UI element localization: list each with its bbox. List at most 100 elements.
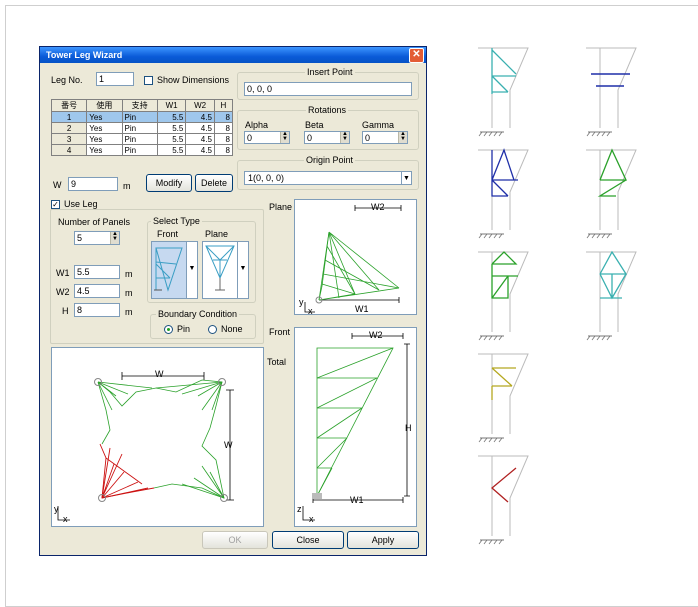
total-w-side-label: W: [224, 440, 233, 450]
row-number[interactable]: 3: [50, 133, 88, 145]
row-number[interactable]: 2: [50, 122, 88, 134]
table-cell[interactable]: Yes: [86, 111, 123, 123]
none-radio[interactable]: [208, 325, 217, 334]
table-cell[interactable]: Pin: [121, 144, 158, 156]
window-titlebar[interactable]: Tower Leg Wizard ✕: [40, 47, 426, 63]
plane-axis-y: y: [299, 297, 304, 307]
table-cell[interactable]: 8: [213, 111, 234, 123]
beta-spinner[interactable]: 0 ▲ ▼: [304, 131, 350, 144]
gallery-item-5[interactable]: [477, 251, 529, 341]
use-leg-checkbox[interactable]: ✓: [51, 200, 60, 209]
tower-leg-wizard-window: Tower Leg Wizard ✕ Leg No. 1 Show Dimens…: [39, 46, 427, 556]
gallery-item-8[interactable]: [477, 455, 529, 545]
table-row[interactable]: 3 Yes Pin 5.5 4.5 8: [50, 133, 234, 145]
h-label: H: [62, 306, 69, 316]
select-type-group: Select Type Front Plane ▼ ▼: [147, 216, 256, 303]
close-icon[interactable]: ✕: [409, 48, 424, 63]
boundary-condition-group: Boundary Condition Pin None: [150, 309, 256, 339]
table-cell[interactable]: Yes: [86, 133, 123, 145]
front-type-dropdown[interactable]: ▼: [151, 241, 198, 299]
table-cell[interactable]: 5.5: [156, 144, 187, 156]
plane-type-dropdown[interactable]: ▼: [202, 241, 249, 299]
front-type-thumbnail: [154, 247, 183, 292]
front-h-label: H: [405, 423, 412, 433]
table-cell[interactable]: 4.5: [185, 122, 215, 134]
origin-point-value: 1(0, 0, 0): [248, 173, 285, 183]
spinner-arrows-icon[interactable]: ▲ ▼: [398, 132, 407, 143]
table-cell[interactable]: 4.5: [185, 133, 215, 145]
gallery-item-2[interactable]: [585, 47, 637, 137]
pin-radio[interactable]: [164, 325, 173, 334]
table-cell[interactable]: 8: [213, 144, 234, 156]
leg-no-input[interactable]: 1: [96, 72, 134, 86]
gallery-item-7[interactable]: [477, 353, 529, 443]
column-header[interactable]: 支持: [121, 99, 158, 112]
close-button[interactable]: Close: [272, 531, 344, 549]
gallery-item-4[interactable]: [585, 148, 637, 239]
spinner-arrows-icon[interactable]: ▲ ▼: [110, 232, 119, 244]
total-view-label: Total: [267, 357, 287, 367]
plane-w2-label: W2: [371, 202, 385, 212]
gallery-item-1[interactable]: [477, 47, 529, 137]
table-cell[interactable]: 5.5: [156, 122, 187, 134]
w-label: W: [53, 180, 62, 190]
show-dimensions-checkbox[interactable]: [144, 76, 153, 85]
row-number[interactable]: 1: [50, 111, 88, 123]
chevron-down-icon[interactable]: ▼: [186, 242, 197, 298]
plane-view-panel[interactable]: W2 W1 y x: [294, 199, 417, 316]
table-row[interactable]: 2 Yes Pin 5.5 4.5 8: [50, 122, 234, 134]
table-cell[interactable]: 4.5: [185, 144, 215, 156]
modify-button[interactable]: Modify: [146, 174, 192, 192]
spinner-arrows-icon[interactable]: ▲ ▼: [340, 132, 349, 143]
table-cell[interactable]: 5.5: [156, 133, 187, 145]
insert-point-input[interactable]: 0, 0, 0: [244, 82, 412, 96]
apply-button[interactable]: Apply: [347, 531, 419, 549]
spinner-arrows-icon[interactable]: ▲ ▼: [280, 132, 289, 143]
gamma-spinner[interactable]: 0 ▲ ▼: [362, 131, 408, 144]
plane-w1-label: W1: [355, 304, 369, 314]
front-w2-label: W2: [369, 330, 383, 340]
h-input[interactable]: 8: [74, 303, 120, 317]
table-cell[interactable]: Pin: [121, 133, 158, 145]
column-header[interactable]: 番号: [50, 99, 88, 112]
w2-input[interactable]: 4.5: [74, 284, 120, 298]
panels-spinner[interactable]: 5 ▲ ▼: [74, 231, 120, 245]
table-cell[interactable]: Pin: [121, 122, 158, 134]
front-axis-x: x: [309, 514, 314, 524]
w-input[interactable]: 9: [68, 177, 118, 191]
w2-label: W2: [56, 287, 70, 297]
use-leg-label: Use Leg: [64, 199, 98, 209]
beta-value: 0: [307, 133, 313, 143]
total-view-panel[interactable]: W W y x: [51, 347, 264, 527]
column-header[interactable]: H: [213, 99, 234, 112]
chevron-down-icon[interactable]: ▼: [237, 242, 248, 298]
column-header[interactable]: W2: [185, 99, 215, 112]
total-axis-y: y: [54, 504, 59, 514]
table-cell[interactable]: Pin: [121, 111, 158, 123]
table-cell[interactable]: 5.5: [156, 111, 187, 123]
table-cell[interactable]: Yes: [86, 144, 123, 156]
row-number[interactable]: 4: [50, 144, 88, 156]
front-type-label: Front: [157, 229, 179, 239]
w1-input[interactable]: 5.5: [74, 265, 120, 279]
table-cell[interactable]: Yes: [86, 122, 123, 134]
delete-button[interactable]: Delete: [195, 174, 233, 192]
gallery-item-3[interactable]: [477, 148, 529, 239]
gallery-item-6[interactable]: [585, 250, 637, 341]
alpha-spinner[interactable]: 0 ▲ ▼: [244, 131, 290, 144]
front-axis-z: z: [297, 504, 302, 514]
table-cell[interactable]: 4.5: [185, 111, 215, 123]
ok-button[interactable]: OK: [202, 531, 268, 549]
column-header[interactable]: 使用: [86, 99, 123, 112]
table-row[interactable]: 1 Yes Pin 5.5 4.5 8: [50, 111, 234, 123]
table-row[interactable]: 4 Yes Pin 5.5 4.5 8: [50, 144, 234, 156]
boundary-condition-title: Boundary Condition: [156, 309, 240, 319]
front-view-panel[interactable]: W2 W1 H z x: [294, 327, 417, 527]
total-w-label: W: [155, 369, 164, 379]
origin-point-dropdown[interactable]: 1(0, 0, 0) ▼: [244, 171, 412, 185]
table-cell[interactable]: 8: [213, 122, 234, 134]
column-header[interactable]: W1: [156, 99, 187, 112]
table-cell[interactable]: 8: [213, 133, 234, 145]
chevron-down-icon[interactable]: ▼: [401, 172, 411, 184]
plane-view-label: Plane: [269, 202, 293, 212]
